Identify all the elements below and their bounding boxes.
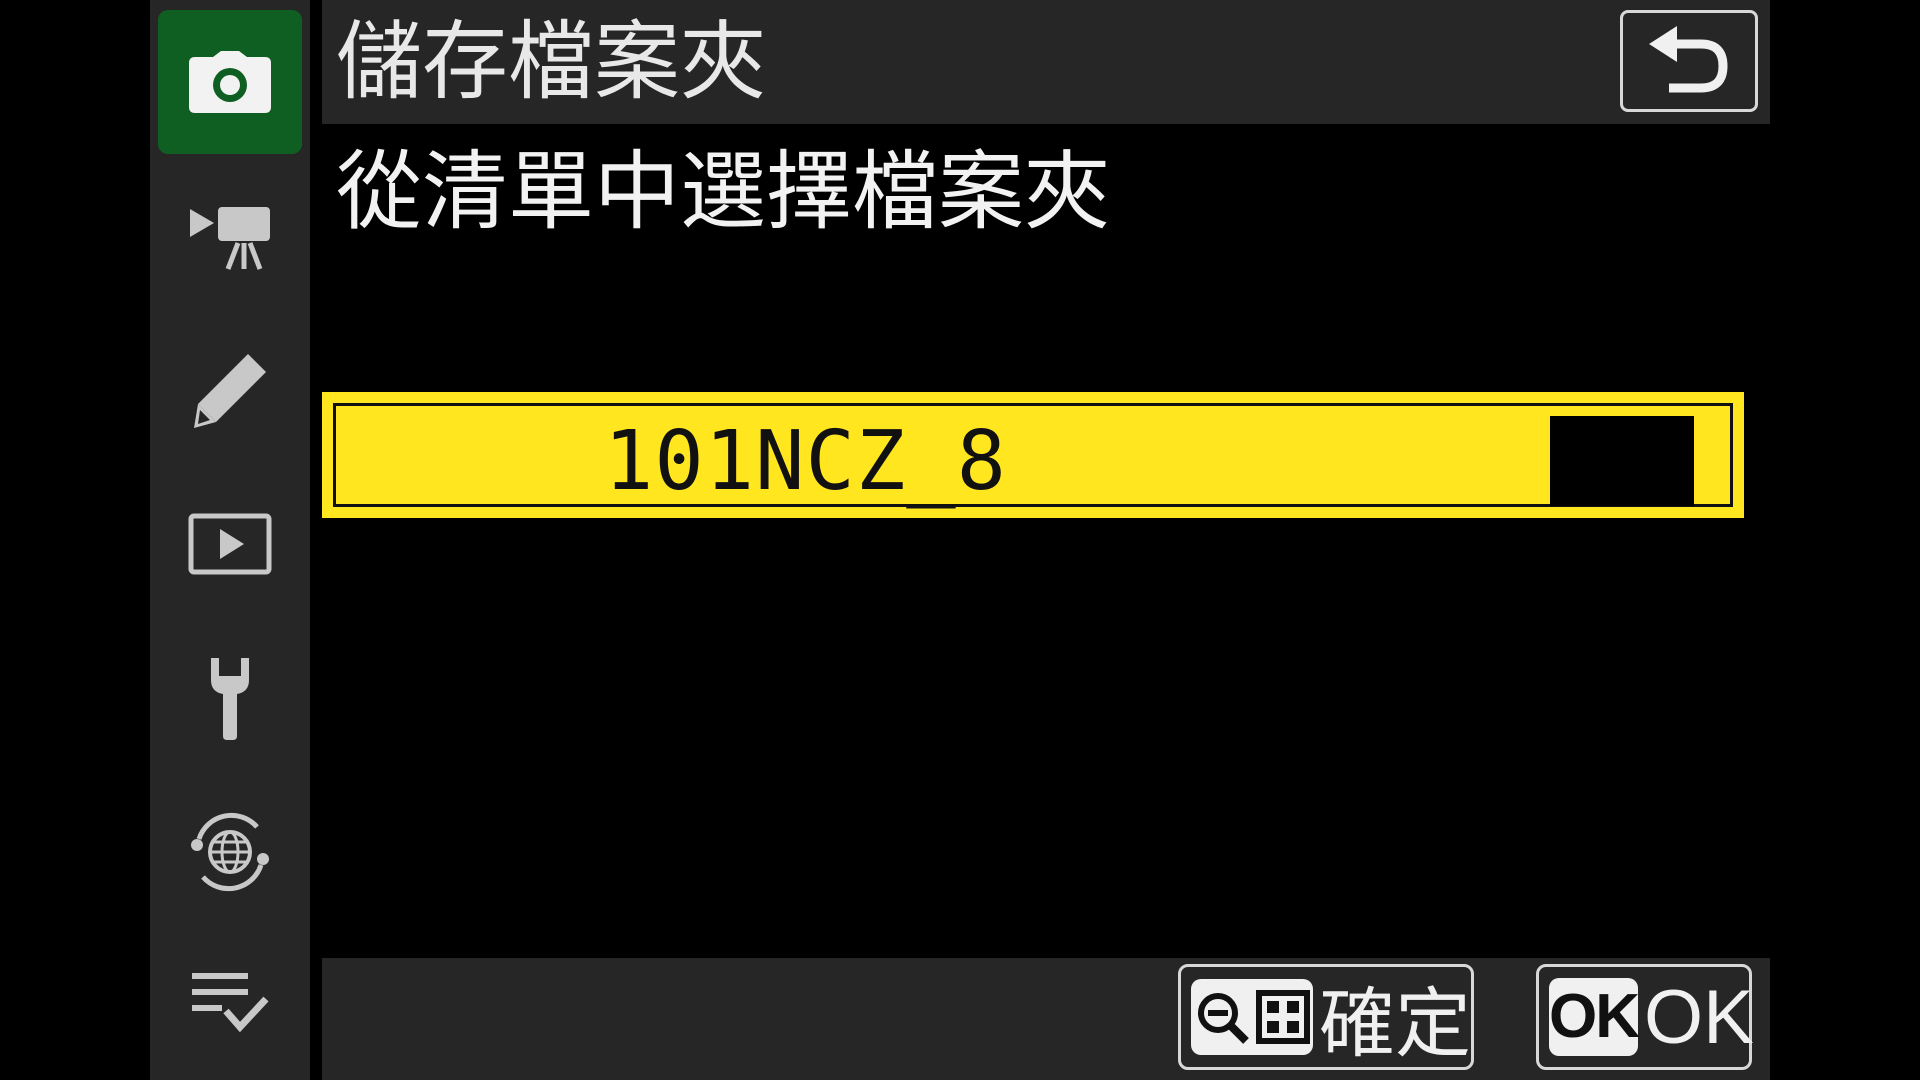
sidebar-item-network[interactable] [158, 780, 302, 924]
sidebar-item-my-menu[interactable] [158, 930, 302, 1074]
folder-name-field[interactable]: 101NCZ_8 [322, 392, 1744, 518]
playback-icon [188, 513, 272, 575]
sidebar-item-movie-shooting[interactable] [158, 164, 302, 308]
pencil-icon [194, 354, 266, 428]
ok-label: OK [1644, 974, 1754, 1060]
network-globe-icon [191, 812, 269, 892]
confirm-label: 確定 [1319, 979, 1471, 1068]
sidebar-item-photo-shooting[interactable] [158, 10, 302, 154]
instruction-text: 從清單中選擇檔案夾 [336, 142, 1110, 242]
input-cursor [1550, 416, 1694, 506]
folder-name-field-frame: 101NCZ_8 [333, 403, 1733, 509]
movie-camera-icon [190, 207, 270, 270]
zoom-out-thumbnail-icon [1191, 979, 1313, 1055]
camera-menu-screen: 儲存檔案夾 從清單中選擇檔案夾 101NCZ_8 確定 OK OK [0, 0, 1920, 1080]
camera-icon [189, 51, 271, 113]
ok-button-badge: OK [1549, 978, 1640, 1056]
wrench-icon [211, 658, 249, 740]
sidebar-item-custom-settings[interactable] [158, 318, 302, 462]
menu-header: 儲存檔案夾 [322, 0, 1770, 124]
my-menu-check-icon [192, 973, 269, 1033]
menu-footer: 確定 OK OK [322, 958, 1770, 1080]
folder-name-value: 101NCZ_8 [604, 414, 1007, 509]
ok-button[interactable]: OK OK [1536, 964, 1754, 1070]
menu-sidebar [150, 0, 310, 1080]
page-title: 儲存檔案夾 [336, 12, 766, 112]
back-button[interactable] [1620, 10, 1758, 112]
sidebar-item-playback[interactable] [158, 472, 302, 616]
return-arrow-icon [1649, 26, 1728, 93]
confirm-button[interactable]: 確定 [1178, 964, 1474, 1070]
sidebar-item-setup[interactable] [158, 626, 302, 770]
